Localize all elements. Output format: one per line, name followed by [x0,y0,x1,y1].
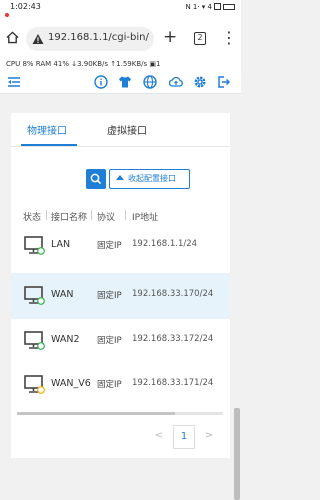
collapse-config-button[interactable]: 收起配置接口 [109,169,190,189]
app-toolbar [0,72,241,94]
tab-physical-interfaces[interactable]: 物理接口 [27,122,67,137]
menu-collapse-icon[interactable] [7,75,21,89]
monitor-status-icon [24,236,45,255]
column-header-status: 状态 [23,213,42,223]
table-row[interactable]: WAN_V6 固定IP 192.168.33.171/24 [11,362,230,408]
page-number-current[interactable]: 1 [173,425,195,449]
interface-ip: 192.168.33.171/24 [132,378,214,388]
cloud-upload-icon[interactable] [169,75,183,89]
interface-ip: 192.168.33.170/24 [132,289,214,299]
status-dot [37,386,45,394]
monitor-status-icon [24,331,45,350]
monitor-status-icon [24,375,45,394]
logout-icon[interactable] [216,75,230,89]
status-icons: N 1⋅ ▾ 4 [185,3,235,11]
collapse-config-label: 收起配置接口 [128,174,176,183]
monitor-status-icon [24,286,45,305]
caret-up-icon [116,175,124,180]
next-page-button[interactable]: > [201,425,217,449]
interface-ip: 192.168.33.172/24 [132,334,214,344]
column-separator [46,210,47,220]
status-right-text: N 1⋅ ▾ 4 [185,3,212,11]
battery-icon [223,4,235,10]
notification-dot-icon [5,13,9,17]
column-header-ip-address: IP地址 [132,213,159,223]
browser-menu-icon[interactable]: ⋮ [221,28,237,48]
column-header-interface-name: 接口名称 [51,213,88,223]
url-text: 192.168.1.1/cgi-bin/ [48,32,149,43]
table-row[interactable]: LAN 固定IP 192.168.1.1/24 [11,223,230,269]
home-icon[interactable] [6,31,19,44]
screenshot-icon [214,3,221,10]
status-time: 1:02:43 [10,2,41,11]
column-header-separator [125,210,126,220]
interface-ip: 192.168.1.1/24 [132,239,198,249]
new-tab-button[interactable]: + [163,27,177,47]
search-icon [90,173,102,185]
network-icon[interactable] [143,75,157,89]
table-horizontal-scrollbar[interactable] [17,412,223,415]
settings-gear-icon[interactable] [193,75,207,89]
interface-protocol: 固定IP [97,241,122,251]
theme-shirt-icon[interactable] [118,75,132,89]
interface-name: WAN_V6 [51,378,91,389]
address-bar[interactable]: 192.168.1.1/cgi-bin/ [26,27,154,51]
search-button[interactable] [86,169,106,189]
status-dot [37,342,45,350]
interface-protocol: 固定IP [97,380,122,390]
column-separator [91,210,92,220]
interface-protocol: 固定IP [97,336,122,346]
status-bar: 1:02:43 N 1⋅ ▾ 4 [0,0,241,20]
browser-toolbar: 192.168.1.1/cgi-bin/ + 2 ⋮ [0,20,241,58]
status-dot [37,297,45,305]
table-row[interactable]: WAN 固定IP 192.168.33.170/24 [11,273,230,319]
tab-divider [11,146,230,147]
page-vertical-scrollbar[interactable] [234,408,240,500]
interface-protocol: 固定IP [97,291,122,301]
interface-name: WAN2 [51,334,80,345]
interface-card: 物理接口 虚拟接口 收起配置接口 状态 接口名称 协议 IP地址 LAN 固定I… [11,113,230,458]
warning-icon[interactable] [32,33,44,45]
interface-name: LAN [51,239,71,250]
info-icon[interactable] [94,75,108,89]
system-info: CPU 8% RAM 41% ↓3.90KB/s ↑1.59KB/s ▣1 [0,58,241,72]
interface-name: WAN [51,289,74,300]
status-dot [37,247,45,255]
tab-virtual-interfaces[interactable]: 虚拟接口 [107,122,147,137]
table-row[interactable]: WAN2 固定IP 192.168.33.172/24 [11,318,230,364]
scrollbar-thumb[interactable] [17,412,175,415]
prev-page-button[interactable]: < [151,425,167,449]
tab-switcher-button[interactable]: 2 [194,32,206,45]
column-header-protocol: 协议 [97,213,116,223]
